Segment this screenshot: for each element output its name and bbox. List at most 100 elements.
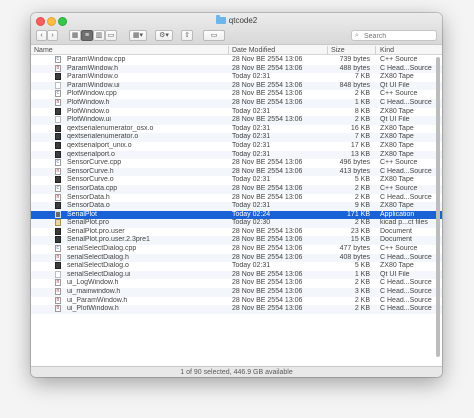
- scrollbar-thumb[interactable]: [436, 57, 440, 357]
- file-kind: C Head...Source: [380, 288, 432, 296]
- file-row[interactable]: ParamWindow.ui 28 Nov BE 2554 13:06 848 by…: [31, 81, 442, 91]
- file-kind: ZX80 Tape: [380, 150, 414, 158]
- gear-icon: ⚙▾: [159, 32, 169, 39]
- file-icon: [55, 167, 61, 175]
- file-row[interactable]: ParamWindow.o Today 02:31 7 KB ZX80 Tape: [31, 73, 442, 82]
- file-row[interactable]: PlotWindow.cpp 28 Nov BE 2554 13:06 2 KB C+…: [31, 90, 442, 99]
- file-row[interactable]: serialSelectDialog.h 28 Nov BE 2554 13:06…: [31, 253, 442, 263]
- file-name: ui_mainwindow.h: [67, 288, 121, 296]
- tags-button[interactable]: ▭: [203, 30, 225, 41]
- file-row[interactable]: SensorData.o Today 02:31 9 KB ZX80 Tape: [31, 202, 442, 211]
- file-row[interactable]: qextserialenumerator.o Today 02:31 7 KB ZX8…: [31, 133, 442, 142]
- file-row[interactable]: SerialPlot.pro.user.2.3pre1 28 Nov BE 255…: [31, 236, 442, 246]
- file-row[interactable]: qextserialport.o Today 02:31 13 KB ZX80 Tap…: [31, 150, 442, 160]
- file-icon: [55, 116, 61, 124]
- file-size: 7 KB: [354, 133, 370, 141]
- column-view-button[interactable]: ▥: [93, 30, 105, 41]
- file-name: SerialPlot.pro.user.2.3pre1: [67, 236, 150, 244]
- file-kind: Qt UI File: [380, 270, 410, 278]
- file-icon: [55, 133, 61, 141]
- vertical-scrollbar[interactable]: [436, 57, 440, 365]
- back-button[interactable]: ‹: [36, 30, 47, 41]
- file-row[interactable]: PlotWindow.ui 28 Nov BE 2554 13:06 2 KB Qt …: [31, 116, 442, 125]
- column-header-name[interactable]: Name: [34, 45, 53, 55]
- file-date-modified: 28 Nov BE 2554 13:06: [232, 245, 303, 253]
- file-kind: C++ Source: [380, 159, 418, 167]
- file-size: 1 KB: [354, 270, 370, 278]
- file-date-modified: Today 02:31: [232, 150, 271, 158]
- arrange-button[interactable]: ▦▾: [129, 30, 147, 41]
- file-size: 477 bytes: [339, 245, 370, 253]
- column-divider[interactable]: [375, 46, 376, 54]
- file-size: 2 KB: [354, 90, 370, 98]
- file-row[interactable]: serialSelectDialog.o Today 02:31 5 KB ZX80 …: [31, 262, 442, 271]
- forward-button[interactable]: ›: [47, 30, 58, 41]
- file-size: 2 KB: [354, 296, 370, 304]
- file-name: SerialPlot.pro: [67, 219, 110, 227]
- window-title: qtcode2: [31, 15, 442, 27]
- chevron-right-icon: ›: [51, 32, 54, 39]
- file-date-modified: 28 Nov BE 2554 13:06: [232, 90, 303, 98]
- search-icon: ⌕: [355, 32, 359, 39]
- file-kind: ZX80 Tape: [380, 262, 414, 270]
- file-date-modified: 28 Nov BE 2554 13:06: [232, 288, 303, 296]
- search-field[interactable]: ⌕: [351, 30, 437, 41]
- arrange-grid-icon: ▦▾: [132, 32, 144, 39]
- file-row[interactable]: SensorCurve.o Today 02:31 5 KB ZX80 Tape: [31, 176, 442, 185]
- file-row[interactable]: ui_LogWindow.h 28 Nov BE 2554 13:06 2 KB C …: [31, 279, 442, 288]
- file-kind: ZX80 Tape: [380, 124, 414, 132]
- file-name: PlotWindow.o: [67, 107, 110, 115]
- column-divider[interactable]: [228, 46, 229, 54]
- file-row[interactable]: SerialPlot.pro.user 28 Nov BE 2554 13:06 2…: [31, 227, 442, 237]
- file-icon: [55, 150, 61, 158]
- file-row[interactable]: ui_mainwindow.h 28 Nov BE 2554 13:06 3 KB C…: [31, 288, 442, 297]
- action-button[interactable]: ⚙▾: [155, 30, 173, 41]
- file-kind: Qt UI File: [380, 116, 410, 124]
- file-kind: Application: [380, 210, 415, 218]
- file-row[interactable]: SensorData.h 28 Nov BE 2554 13:06 2 KB C He…: [31, 193, 442, 203]
- file-row[interactable]: SensorData.cpp 28 Nov BE 2554 13:06 2 KB C+…: [31, 184, 442, 194]
- file-icon: [55, 210, 61, 218]
- file-row[interactable]: serialSelectDialog.cpp 28 Nov BE 2554 13:…: [31, 245, 442, 254]
- file-date-modified: 28 Nov BE 2554 13:06: [232, 56, 303, 63]
- file-size: 3 KB: [354, 288, 370, 296]
- file-row[interactable]: SerialPlot.pro Today 02:30 2 KB kicad p...c…: [31, 219, 442, 228]
- file-row[interactable]: SerialPlot Today 02:24 171 KB Application: [31, 210, 442, 220]
- search-input[interactable]: [364, 31, 434, 41]
- file-kind: C Head...Source: [380, 167, 432, 175]
- file-name: SensorCurve.o: [67, 176, 114, 184]
- file-date-modified: Today 02:31: [232, 73, 271, 81]
- file-row[interactable]: ui_PlotWindow.h 28 Nov BE 2554 13:06 2 KB C…: [31, 305, 442, 314]
- file-row[interactable]: serialSelectDialog.ui 28 Nov BE 2554 13:0…: [31, 270, 442, 280]
- file-row[interactable]: PlotWindow.h 28 Nov BE 2554 13:06 1 KB C He…: [31, 98, 442, 108]
- file-row[interactable]: qextserialenumerator_osx.o Today 02:31 16 …: [31, 124, 442, 134]
- column-header-date[interactable]: Date Modified: [232, 45, 275, 55]
- file-row[interactable]: ui_ParamWindow.h 28 Nov BE 2554 13:06 2 KB…: [31, 296, 442, 306]
- column-header-kind[interactable]: Kind: [380, 45, 394, 55]
- file-name: SensorCurve.cpp: [67, 159, 122, 167]
- file-name: qextserialport.o: [67, 150, 115, 158]
- column-header-size[interactable]: Size: [331, 45, 345, 55]
- file-name: SensorData.o: [67, 202, 110, 210]
- file-row[interactable]: SensorCurve.h 28 Nov BE 2554 13:06 413 byt…: [31, 167, 442, 177]
- file-icon: [55, 64, 61, 72]
- file-name: ParamWindow.ui: [67, 81, 120, 89]
- list-view-button[interactable]: ≡: [81, 30, 93, 41]
- file-icon: [55, 107, 61, 115]
- file-row[interactable]: qextserialport_unix.o Today 02:31 17 KB ZX8…: [31, 141, 442, 151]
- file-date-modified: 28 Nov BE 2554 13:06: [232, 64, 303, 72]
- title-bar[interactable]: qtcode2 ‹ › ▦ ≡ ▥ ▭ ▦▾ ⚙▾ ⇧ ▭ ⌕: [31, 13, 442, 44]
- file-date-modified: 28 Nov BE 2554 13:06: [232, 236, 303, 244]
- cover-flow-view-button[interactable]: ▭: [105, 30, 117, 41]
- file-row[interactable]: SensorCurve.cpp 28 Nov BE 2554 13:06 496 b…: [31, 159, 442, 168]
- file-list: ParamWindow.cpp 28 Nov BE 2554 13:06 739 b…: [31, 56, 442, 314]
- file-size: 2 KB: [354, 279, 370, 287]
- column-divider[interactable]: [327, 46, 328, 54]
- file-row[interactable]: ParamWindow.h 28 Nov BE 2554 13:06 488 byt…: [31, 64, 442, 74]
- file-row[interactable]: ParamWindow.cpp 28 Nov BE 2554 13:06 739 b…: [31, 56, 442, 65]
- share-button[interactable]: ⇧: [181, 30, 193, 41]
- file-name: SerialPlot: [67, 210, 97, 218]
- file-row[interactable]: PlotWindow.o Today 02:31 8 KB ZX80 Tape: [31, 107, 442, 117]
- icon-view-button[interactable]: ▦: [69, 30, 81, 41]
- grid-icon: ▦: [71, 32, 79, 39]
